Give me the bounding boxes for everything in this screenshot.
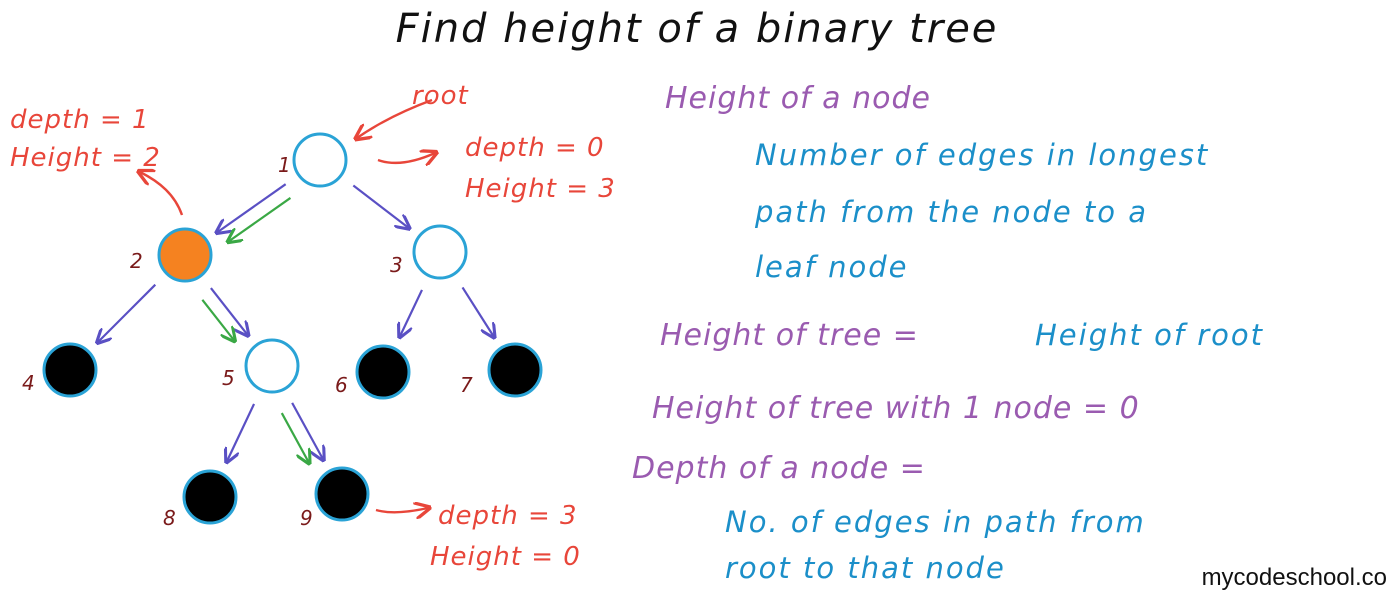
node-label-2: 2 xyxy=(130,249,143,273)
node1-annotation-arrow xyxy=(377,153,435,163)
node-label-6: 6 xyxy=(335,373,348,397)
tree-node-4 xyxy=(42,342,98,398)
edge-3-7 xyxy=(461,286,494,336)
edge-3-6 xyxy=(400,289,423,336)
height-tree-one-node: Height of tree with 1 node = 0 xyxy=(652,391,1140,426)
depth-of-node-line-2: root to that node xyxy=(725,551,1006,585)
node-label-3: 3 xyxy=(390,253,403,277)
node-label-9: 9 xyxy=(300,506,313,530)
node1-depth-label: depth = 0 xyxy=(465,133,605,163)
edge-5-8 xyxy=(227,403,256,461)
node9-annotation-arrow xyxy=(375,508,428,512)
tree-node-7 xyxy=(487,342,543,398)
height-of-node-line-2: path from the node to a xyxy=(754,195,1148,229)
tree-diagram-canvas: Find height of a binary tree 1 2 3 4 5 6 7 8 9 r… xyxy=(10,6,1387,591)
node2-depth-label: depth = 1 xyxy=(10,105,150,135)
path-arrow-1-2 xyxy=(229,197,292,241)
node9-depth-label: depth = 3 xyxy=(438,501,578,531)
longest-path-arrows xyxy=(201,197,309,462)
depth-of-node-line-1: No. of edges in path from xyxy=(725,505,1146,539)
edge-2-4 xyxy=(98,283,157,342)
edge-5-9 xyxy=(291,402,323,459)
node-number-labels: 1 2 3 4 5 6 7 8 9 xyxy=(22,153,473,530)
path-arrow-2-5 xyxy=(201,299,233,340)
height-of-tree-left: Height of tree = xyxy=(660,318,919,353)
tree-node-1 xyxy=(292,132,348,188)
depth-of-node-heading: Depth of a node = xyxy=(632,451,926,486)
node-label-8: 8 xyxy=(163,506,176,530)
height-of-node-line-3: leaf node xyxy=(755,250,908,284)
mycodeschool-watermark: mycodeschool.co xyxy=(1202,564,1387,591)
edge-1-3 xyxy=(352,184,408,228)
tree-node-3 xyxy=(412,224,468,280)
tree-node-6 xyxy=(355,344,411,400)
node2-annotation-arrow xyxy=(140,172,184,216)
node-label-7: 7 xyxy=(460,373,473,397)
node9-height-label: Height = 0 xyxy=(430,542,581,572)
node-label-4: 4 xyxy=(22,371,35,395)
node1-height-label: Height = 3 xyxy=(465,174,616,204)
node2-height-label: Height = 2 xyxy=(10,143,161,173)
root-label: root xyxy=(412,81,469,111)
edge-2-5 xyxy=(210,287,247,334)
height-of-node-line-1: Number of edges in longest xyxy=(755,138,1209,172)
diagram-title: Find height of a binary tree xyxy=(396,6,999,52)
tree-node-9 xyxy=(314,466,370,522)
tree-node-2 xyxy=(157,227,213,283)
tree-node-8 xyxy=(182,469,238,525)
node-label-1: 1 xyxy=(278,153,291,177)
path-arrow-5-9 xyxy=(280,412,309,462)
height-of-node-heading: Height of a node xyxy=(665,81,931,116)
tree-node-5 xyxy=(244,338,300,394)
height-of-tree-right: Height of root xyxy=(1035,318,1264,352)
node-label-5: 5 xyxy=(222,366,235,390)
